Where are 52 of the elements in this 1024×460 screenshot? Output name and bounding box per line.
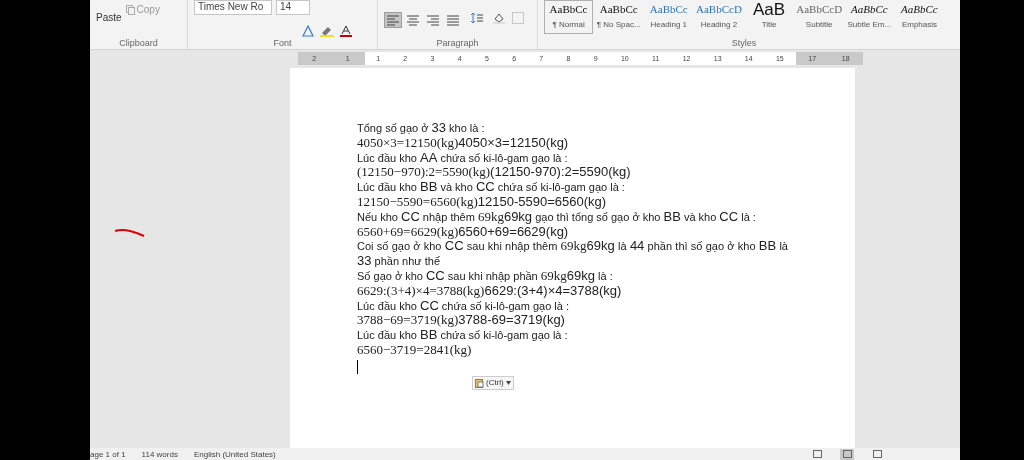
pen-stroke-drawing bbox=[114, 228, 146, 238]
document-line: Lúc đầu kho CC chứa số ki-lô-gam gạo là : bbox=[357, 298, 570, 314]
align-button[interactable] bbox=[384, 12, 402, 28]
document-line: Số gạo ở kho CC sau khi nhập phần 69kg69kg là : bbox=[357, 268, 614, 284]
align-right-icon bbox=[426, 14, 440, 26]
document-line: 6629:(3+4)×4=3788(kg)6629:(3+4)×4=3788(kg) bbox=[357, 283, 623, 299]
document-line: 4050×3=12150(kg)4050×3=12150(kg) bbox=[357, 135, 570, 151]
style-gallery-item[interactable]: AaBbCc ¶ No Spac... bbox=[594, 0, 644, 34]
group-label: Font bbox=[272, 37, 293, 49]
document-line: Tổng số gạo ở 33 kho là : bbox=[357, 121, 486, 136]
style-gallery-item[interactable]: AaBbCc ¶ Normal bbox=[544, 0, 594, 34]
font-name-field[interactable]: Times New Ro bbox=[194, 0, 272, 15]
style-gallery-item[interactable]: AaB Title bbox=[744, 0, 794, 34]
document-line: Lúc đầu kho BB chứa số ki-lô-gam gạo là : bbox=[357, 328, 569, 343]
paste-button[interactable]: Paste bbox=[96, 12, 122, 23]
document-line: 12150−5590=6560(kg)12150-5590=6560(kg) bbox=[357, 195, 608, 210]
line-spacing-icon[interactable] bbox=[470, 12, 484, 24]
style-gallery-item[interactable]: AaBbCc Emphasis bbox=[894, 0, 944, 34]
text-cursor bbox=[357, 359, 358, 374]
paste-options-button[interactable]: (Ctrl) bbox=[472, 375, 514, 390]
style-gallery-item[interactable]: AaBbCcD Subtitle bbox=[794, 0, 844, 34]
document-line: 6560−3719=2841(kg) bbox=[357, 342, 473, 358]
font-color-icon[interactable] bbox=[340, 25, 352, 37]
align-button[interactable] bbox=[404, 12, 422, 28]
style-gallery-item[interactable]: AaBbCc Heading 1 bbox=[644, 0, 694, 34]
align-button[interactable] bbox=[424, 12, 442, 28]
page-count: age 1 of 1 bbox=[90, 449, 126, 459]
group-label: Clipboard bbox=[118, 37, 159, 49]
copy-icon bbox=[125, 4, 135, 15]
caret-icon bbox=[505, 380, 511, 385]
document-line: Lúc đầu kho AA chứa số ki-lô-gam gạo là : bbox=[357, 150, 569, 166]
style-gallery-item[interactable]: AaBbCc Subtle Em... bbox=[844, 0, 894, 34]
view-mode-button[interactable] bbox=[840, 448, 854, 460]
view-mode-button[interactable] bbox=[870, 448, 884, 460]
align-button[interactable] bbox=[444, 12, 462, 28]
style-gallery-item[interactable]: AaBbCcD Heading 2 bbox=[694, 0, 744, 34]
document-line: 3788−69=3719(kg)3788-69=3719(kg) bbox=[357, 313, 566, 329]
group-label: Styles bbox=[730, 37, 758, 49]
highlight-icon[interactable] bbox=[320, 25, 334, 37]
document-line: (12150−970):2=5590(kg)(12150-970):2=5590(kg) bbox=[357, 165, 632, 181]
word-count: 114 words bbox=[141, 449, 178, 459]
document-line: Nếu kho CC nhập thêm 69kg69kg gạo thì tổng số gạo ở kho BB và kho CC là : bbox=[357, 209, 757, 225]
align-center-icon bbox=[406, 14, 420, 26]
document-line: 6560+69=6629(kg)6560+69=6629(kg) bbox=[357, 224, 570, 240]
language-status: English (United States) bbox=[193, 449, 276, 459]
font-size-field[interactable]: 14 bbox=[276, 0, 310, 15]
align-left-icon bbox=[386, 14, 400, 26]
clipboard-icon bbox=[475, 377, 484, 388]
view-mode-button[interactable] bbox=[810, 448, 824, 460]
group-label: Paragraph bbox=[435, 37, 480, 49]
document-line: Lúc đầu kho BB và kho CC chứa số ki-lô-gam gạo là : bbox=[357, 180, 626, 195]
align-justify-icon bbox=[446, 14, 460, 26]
